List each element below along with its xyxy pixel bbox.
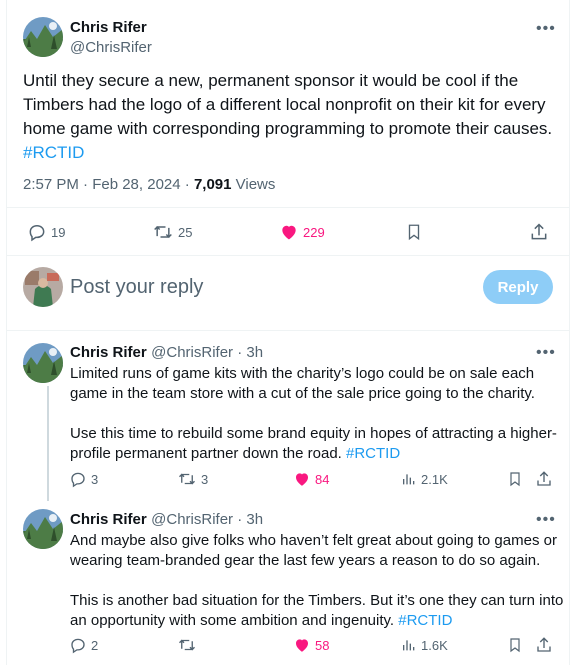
reply-count: 3	[91, 471, 99, 487]
reply-text-line: And maybe also give folks who haven’t fe…	[70, 532, 557, 549]
reply-icon	[71, 472, 85, 488]
views-count: 2.1K	[421, 471, 448, 487]
more-options-icon[interactable]: •••	[536, 21, 556, 37]
reply-action[interactable]: 3	[69, 470, 98, 488]
bookmark-action[interactable]	[507, 636, 523, 654]
reply-body: And maybe also give folks who haven’t fe…	[70, 531, 563, 631]
reply-author-avatar[interactable]	[23, 509, 63, 549]
analytics-icon	[403, 474, 415, 485]
bookmark-action[interactable]	[507, 470, 523, 488]
share-icon	[537, 637, 551, 652]
reply-text-line: Limited runs of game kits with the chari…	[70, 365, 535, 382]
tweet-body: Until they secure a new, permanent spons…	[23, 69, 552, 165]
bookmark-icon	[510, 472, 520, 487]
reply-header: Chris Rifer @ChrisRifer · 3h	[70, 511, 263, 529]
analytics-icon	[403, 640, 415, 651]
retweet-count: 3	[201, 471, 209, 487]
like-action[interactable]: 229	[279, 222, 325, 242]
tweet-text-line: home game with corresponding programming…	[23, 119, 553, 138]
timestamp[interactable]: 2:57 PM · Feb 28, 2024 ·	[23, 176, 194, 193]
like-count: 229	[303, 224, 325, 240]
like-action[interactable]: 58	[293, 636, 329, 654]
reply-text-line: wearing team-branded gear the last few y…	[70, 552, 541, 569]
author-name[interactable]: Chris Rifer	[70, 19, 147, 36]
reply-input[interactable]: Post your reply	[70, 276, 203, 299]
reply-text-line: This is another bad situation for the Ti…	[70, 592, 564, 609]
reply-button[interactable]: Reply	[483, 270, 553, 304]
divider	[7, 330, 569, 331]
share-action[interactable]	[535, 636, 553, 654]
views-action[interactable]: 2.1K	[401, 470, 448, 488]
reply-time[interactable]: · 3h	[233, 511, 263, 528]
thread-connector	[47, 386, 49, 501]
like-action[interactable]: 84	[293, 470, 329, 488]
retweet-icon	[179, 639, 195, 651]
reply-text-line	[70, 571, 563, 591]
views-count: 1.6K	[421, 637, 448, 653]
retweet-action[interactable]	[177, 636, 201, 654]
reply-text-line	[70, 404, 557, 424]
like-count: 58	[315, 637, 330, 653]
reply-icon	[29, 224, 45, 242]
retweet-action[interactable]: 25	[152, 222, 192, 242]
retweet-icon	[154, 225, 172, 239]
reply-author-name[interactable]: Chris Rifer	[70, 511, 147, 528]
retweet-icon	[179, 473, 195, 485]
reply-text-line: game in the team store with a cut of the…	[70, 385, 535, 402]
reply-count: 2	[91, 637, 99, 653]
reply-action[interactable]: 19	[27, 222, 65, 242]
hashtag-link[interactable]: #RCTID	[23, 141, 552, 165]
views-label: Views	[231, 176, 276, 193]
retweet-action[interactable]: 3	[177, 470, 208, 488]
bookmark-icon	[510, 638, 520, 653]
reply-icon	[71, 638, 85, 654]
reply-count: 19	[51, 224, 66, 240]
current-user-avatar[interactable]	[23, 267, 63, 307]
views-count: 7,091	[193, 176, 232, 193]
divider	[7, 207, 569, 208]
like-count: 84	[315, 471, 330, 487]
reply-author-avatar[interactable]	[23, 343, 63, 383]
reply-author-handle[interactable]: @ChrisRifer	[151, 344, 233, 361]
divider	[7, 255, 569, 256]
more-options-icon[interactable]: •••	[536, 512, 556, 528]
share-icon	[531, 223, 547, 240]
reply-text-line: profile permanent partner down the road.	[70, 445, 346, 462]
hashtag-link[interactable]: #RCTID	[398, 612, 452, 629]
reply-body: Limited runs of game kits with the chari…	[70, 364, 557, 464]
tweet-text-line: Timbers had the logo of a different loca…	[23, 95, 546, 114]
reply-author-name[interactable]: Chris Rifer	[70, 344, 147, 361]
heart-filled-icon	[296, 473, 308, 486]
views-action[interactable]: 1.6K	[401, 636, 448, 654]
reply-text-line: an opportunity with some ambition and in…	[70, 612, 399, 629]
retweet-count: 25	[178, 224, 193, 240]
reply-time[interactable]: · 3h	[233, 344, 263, 361]
tweet-text-line: Until they secure a new, permanent spons…	[23, 71, 519, 90]
more-options-icon[interactable]: •••	[536, 345, 556, 361]
share-action[interactable]	[535, 470, 553, 488]
reply-action[interactable]: 2	[69, 636, 98, 654]
bookmark-action[interactable]	[405, 222, 423, 242]
author-avatar[interactable]	[23, 17, 63, 57]
share-icon	[537, 471, 551, 486]
tweet-meta: 2:57 PM · Feb 28, 2024 · 7,091 Views	[23, 176, 275, 193]
conversation-column: Chris Rifer @ChrisRifer ••• Until they s…	[6, 0, 570, 665]
reply-header: Chris Rifer @ChrisRifer · 3h	[70, 344, 263, 362]
author-handle[interactable]: @ChrisRifer	[70, 39, 152, 56]
bookmark-icon	[408, 224, 420, 241]
share-action[interactable]	[529, 222, 549, 242]
reply-text-line: Use this time to rebuild some brand equi…	[70, 425, 557, 442]
reply-author-handle[interactable]: @ChrisRifer	[151, 511, 233, 528]
heart-filled-icon	[296, 639, 308, 652]
heart-filled-icon	[282, 225, 296, 240]
hashtag-link[interactable]: #RCTID	[346, 445, 400, 462]
